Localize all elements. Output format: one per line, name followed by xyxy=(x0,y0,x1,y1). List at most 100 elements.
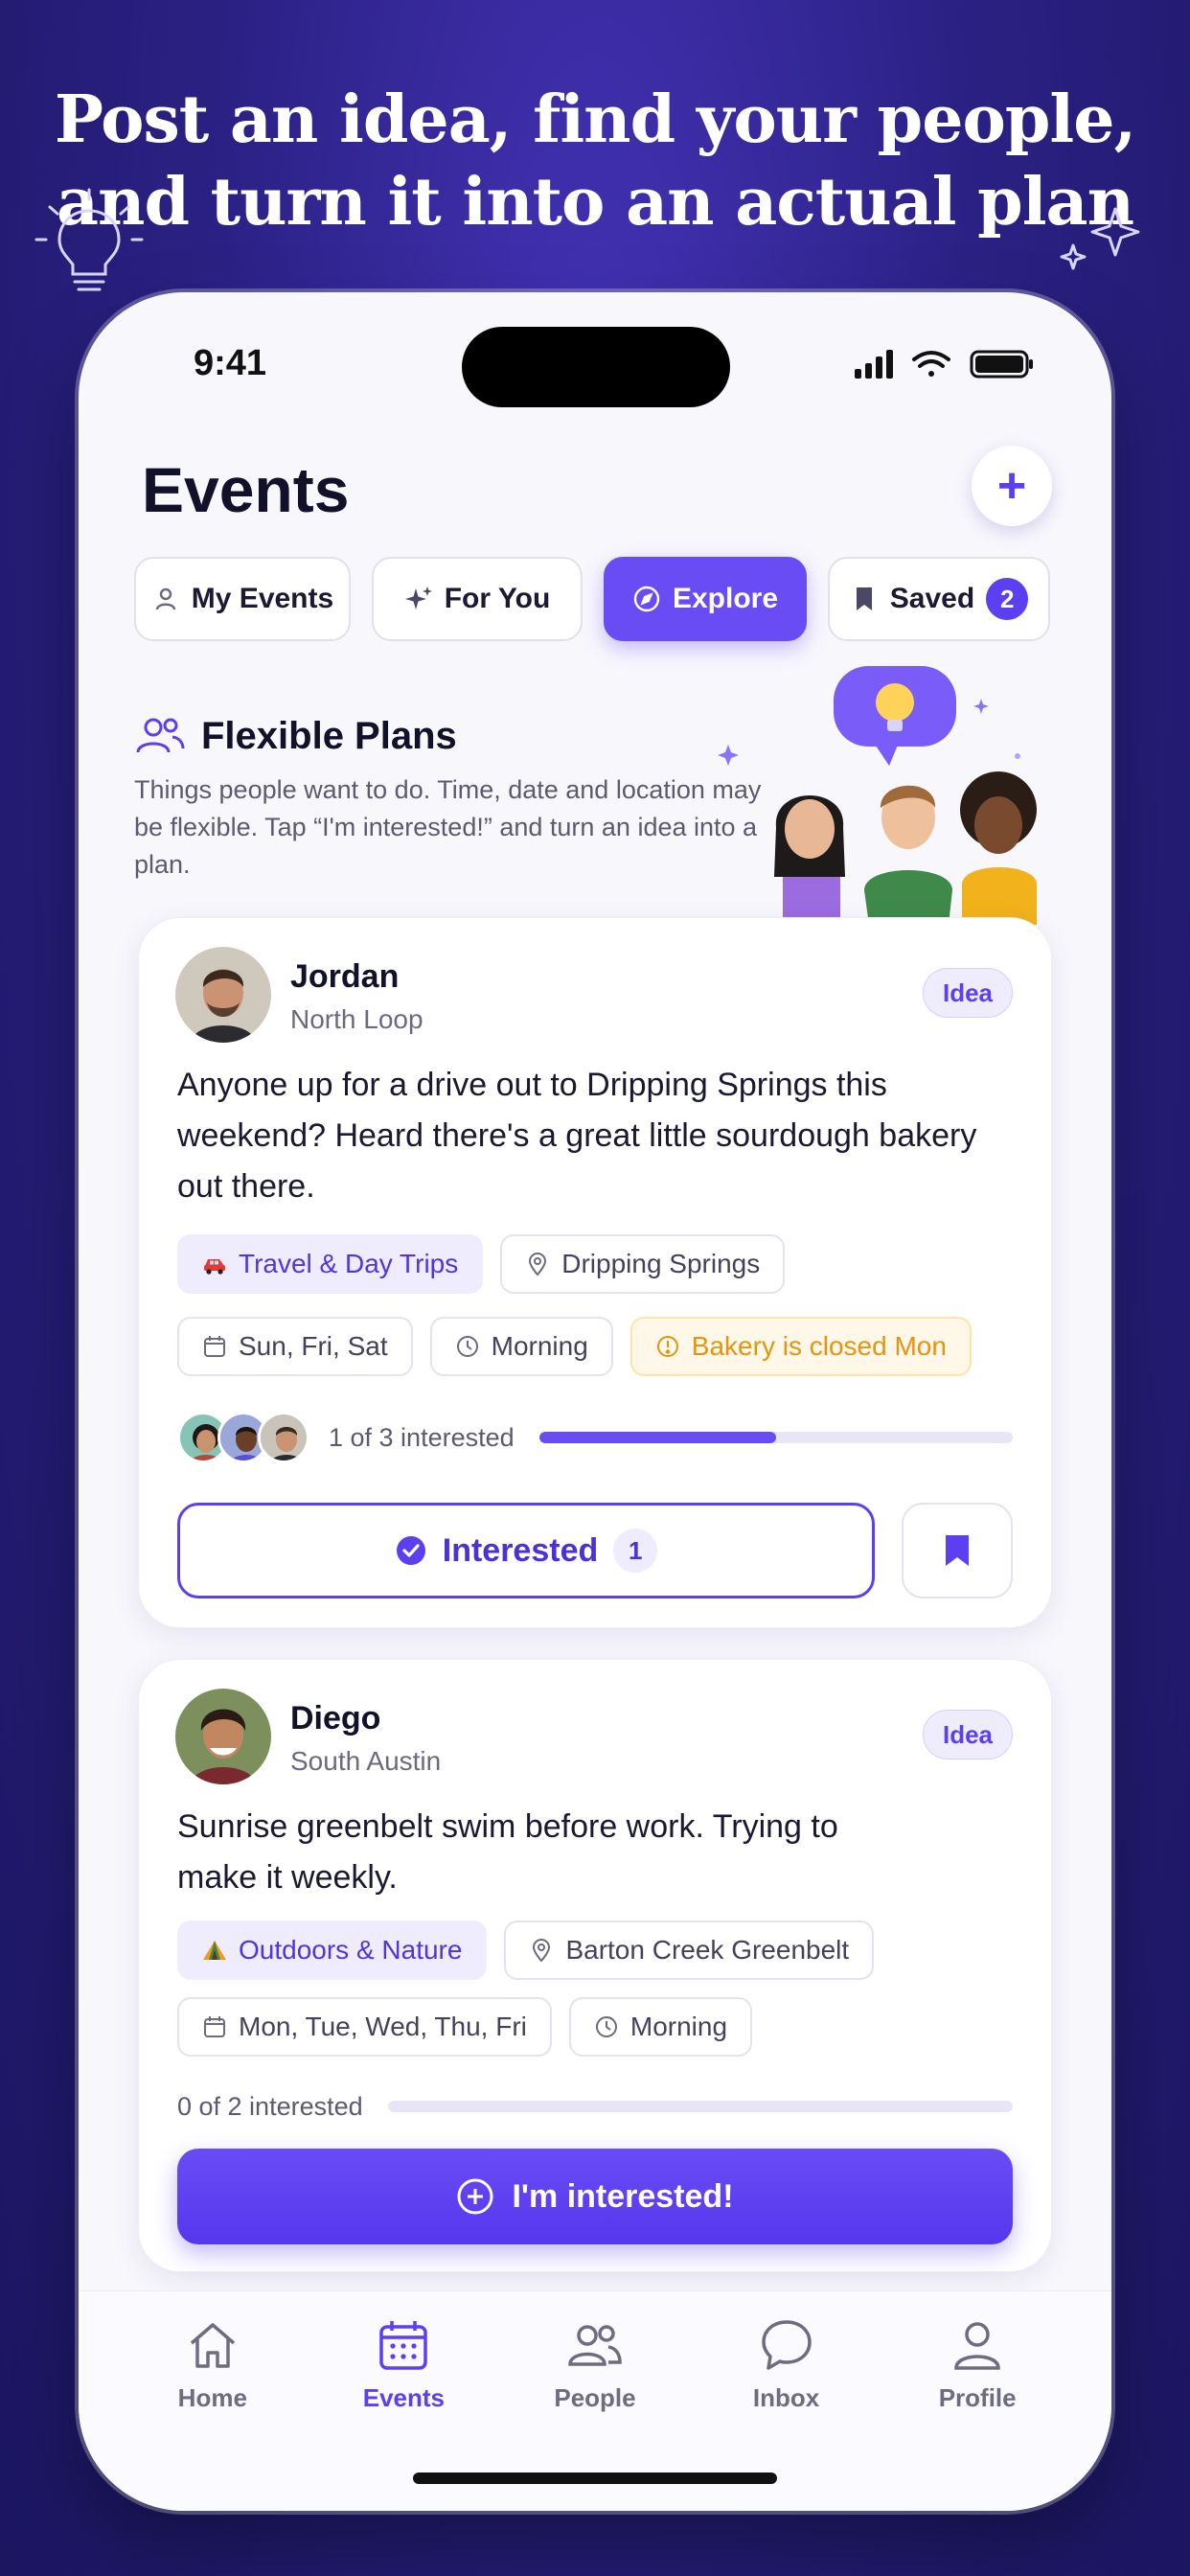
bookmark-icon xyxy=(946,1535,969,1566)
location-pin-icon xyxy=(529,1253,547,1276)
tabbar-label: Profile xyxy=(938,2383,1017,2412)
status-time: 9:41 xyxy=(194,343,267,383)
home-indicator xyxy=(413,2472,777,2484)
event-card[interactable]: Jordan North Loop Idea Anyone up for a d… xyxy=(138,917,1052,1628)
saved-count-badge: 2 xyxy=(986,578,1029,620)
tab-label: Explore xyxy=(672,583,779,614)
sparkle-icon xyxy=(1060,207,1140,270)
warning-chip: Bakery is closed Mon xyxy=(629,1317,972,1376)
dynamic-island xyxy=(462,327,730,407)
interested-count-badge: 1 xyxy=(613,1529,658,1573)
days-label: Sun, Fri, Sat xyxy=(239,1331,388,1361)
info-icon xyxy=(656,1336,678,1357)
clock-icon xyxy=(456,1336,478,1357)
idea-text: Anyone up for a drive out to Dripping Sp… xyxy=(177,1067,977,1205)
tab-my-events[interactable]: My Events xyxy=(134,557,351,641)
tabbar-label: People xyxy=(554,2383,636,2412)
tabbar-item-people[interactable]: People xyxy=(518,2316,672,2413)
chip-row: Sun, Fri, Sat Morning Bakery is closed M… xyxy=(177,1317,972,1376)
clock-icon xyxy=(595,2016,617,2037)
interest-progress-fill xyxy=(538,1432,776,1443)
headline-line-1: Post an idea, find your people, xyxy=(54,81,1136,158)
tab-for-you[interactable]: For You xyxy=(372,557,583,641)
time-label: Morning xyxy=(491,1331,588,1361)
tab-label: My Events xyxy=(191,583,334,614)
location-chip[interactable]: Barton Creek Greenbelt xyxy=(504,1920,875,1980)
author-location: North Loop xyxy=(290,1004,423,1034)
interested-label: Interested xyxy=(442,1531,599,1569)
interest-row: 0 of 2 interested xyxy=(177,2078,1013,2135)
tabbar-item-home[interactable]: Home xyxy=(136,2316,289,2413)
im-interested-label: I'm interested! xyxy=(512,2177,734,2215)
tab-explore[interactable]: Explore xyxy=(604,557,807,641)
im-interested-button[interactable]: I'm interested! xyxy=(177,2149,1013,2244)
plus-icon: + xyxy=(996,458,1027,514)
tab-label: Saved xyxy=(889,583,975,614)
status-icons xyxy=(855,350,1033,379)
flexible-plans-title: Flexible Plans xyxy=(201,714,457,757)
author-location: South Austin xyxy=(290,1746,442,1776)
lightbulb-icon xyxy=(34,188,144,291)
events-tabs: My Events For You Explore Saved 2 xyxy=(134,557,1056,641)
interested-avatar xyxy=(258,1412,309,1463)
chip-row: Travel & Day Trips Dripping Springs xyxy=(177,1234,786,1294)
days-chip: Mon, Tue, Wed, Thu, Fri xyxy=(177,1997,552,2057)
time-label: Morning xyxy=(629,2012,728,2041)
flexible-plans-header: Flexible Plans xyxy=(134,714,457,758)
wifi-icon xyxy=(912,351,950,377)
phone-frame: 9:41 Events + My Events For You Explore … xyxy=(79,292,1111,2511)
add-event-button[interactable]: + xyxy=(972,446,1052,526)
home-icon xyxy=(190,2323,235,2368)
chip-row: Outdoors & Nature Barton Creek Greenbelt xyxy=(177,1920,875,1980)
interested-button[interactable]: Interested 1 xyxy=(177,1503,875,1598)
location-chip[interactable]: Dripping Springs xyxy=(500,1234,786,1294)
plus-circle-icon xyxy=(457,2178,493,2215)
time-chip: Morning xyxy=(568,1997,753,2057)
compass-icon xyxy=(633,586,660,612)
chip-row: Mon, Tue, Wed, Thu, Fri Morning xyxy=(177,1997,753,2057)
warning-label: Bakery is closed Mon xyxy=(691,1331,947,1361)
category-chip[interactable]: Outdoors & Nature xyxy=(177,1920,488,1980)
tabbar-label: Home xyxy=(177,2383,247,2412)
interest-row: 1 of 3 interested xyxy=(177,1409,1013,1466)
person-icon xyxy=(155,587,175,610)
tab-label: For You xyxy=(444,583,551,614)
bookmark-icon xyxy=(856,587,872,610)
author-name: Diego xyxy=(290,1700,381,1736)
interest-count: 0 of 2 interested xyxy=(177,2091,363,2121)
location-label: Dripping Springs xyxy=(561,1249,761,1278)
tab-saved[interactable]: Saved 2 xyxy=(828,557,1050,641)
time-chip: Morning xyxy=(429,1317,613,1376)
event-card[interactable]: Diego South Austin Idea Sunrise greenbel… xyxy=(138,1659,1052,2272)
calendar-icon xyxy=(204,1336,225,1357)
bottom-tab-bar: Home Events People Inbox Profile xyxy=(79,2290,1111,2511)
page-title: Events xyxy=(142,454,350,525)
people-icon xyxy=(568,2325,622,2366)
save-bookmark-button[interactable] xyxy=(902,1503,1013,1598)
idea-tag: Idea xyxy=(922,968,1013,1018)
location-label: Barton Creek Greenbelt xyxy=(565,1935,850,1965)
interest-progress-bar xyxy=(538,1432,1013,1443)
category-label: Travel & Day Trips xyxy=(239,1249,459,1278)
flexible-plans-description: Things people want to do. Time, date and… xyxy=(134,775,762,879)
check-circle-icon xyxy=(396,1536,425,1565)
tabbar-item-profile[interactable]: Profile xyxy=(901,2316,1054,2413)
tent-icon xyxy=(203,1941,226,1960)
calendar-icon xyxy=(204,2016,225,2037)
signal-icon xyxy=(855,350,893,379)
days-chip: Sun, Fri, Sat xyxy=(177,1317,413,1376)
marketing-headline: Post an idea, find your people, and turn… xyxy=(0,79,1190,243)
sparkle-icon xyxy=(404,586,432,610)
headline-line-2: and turn it into an actual plan xyxy=(56,164,1134,241)
idea-tag: Idea xyxy=(922,1710,1013,1760)
chat-bubble-icon xyxy=(761,2320,812,2370)
days-label: Mon, Tue, Wed, Thu, Fri xyxy=(239,2012,527,2041)
tabbar-item-inbox[interactable]: Inbox xyxy=(710,2316,863,2413)
category-chip[interactable]: Travel & Day Trips xyxy=(177,1234,484,1294)
tabbar-item-events[interactable]: Events xyxy=(327,2316,480,2413)
avatar xyxy=(175,1689,271,1784)
location-pin-icon xyxy=(533,1939,551,1963)
battery-icon xyxy=(970,350,1033,379)
people-icon xyxy=(136,718,185,753)
car-icon xyxy=(204,1259,225,1275)
